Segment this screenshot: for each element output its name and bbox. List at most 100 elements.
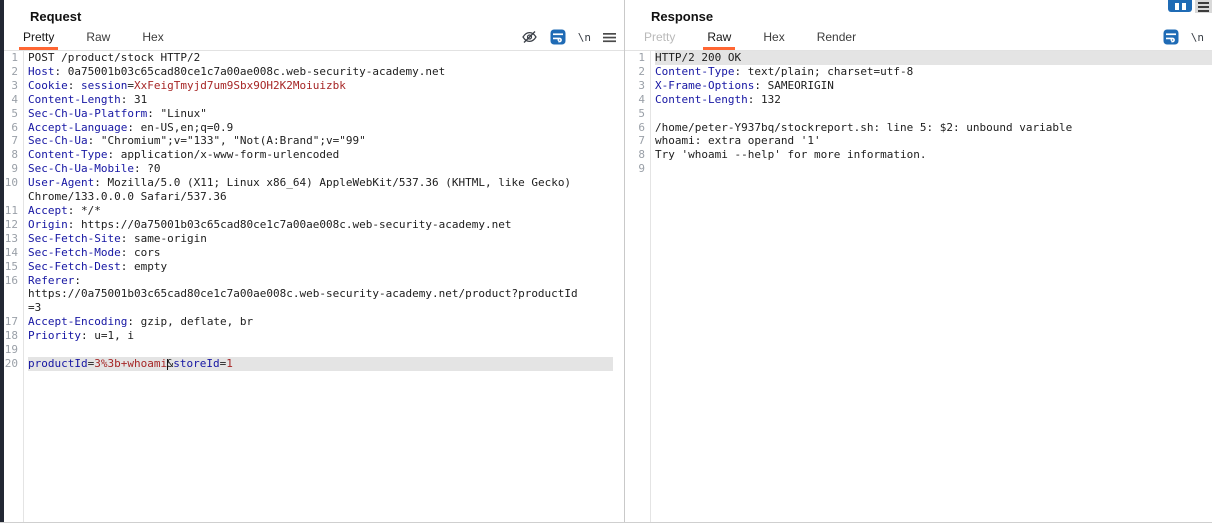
tab-hex[interactable]: Hex	[754, 24, 793, 50]
code-text[interactable]: Content-Length: 132	[655, 93, 1212, 107]
gutter-divider	[23, 51, 24, 522]
tab-hex[interactable]: Hex	[133, 24, 172, 50]
code-text[interactable]: Content-Length: 31	[28, 93, 613, 107]
token-text: POST /product/stock HTTP/2	[28, 51, 200, 64]
response-tabs: PrettyRawHexRender	[635, 24, 879, 50]
line-number: 7	[4, 134, 21, 148]
code-text[interactable]: https://0a75001b03c65cad80ce1c7a00ae008c…	[28, 287, 613, 301]
request-panel: Request PrettyRawHex	[4, 0, 624, 523]
token-name: session	[81, 79, 127, 92]
top-right-controls	[1168, 0, 1212, 13]
code-text[interactable]: productId=3%3b+whoami&storeId=1	[28, 357, 613, 371]
token-name: Sec-Fetch-Mode	[28, 246, 121, 259]
code-text[interactable]	[655, 107, 1212, 121]
code-text[interactable]: =3	[28, 301, 613, 315]
token-text: =3	[28, 301, 41, 314]
newline-icon[interactable]: \n	[578, 31, 591, 44]
token-name: Sec-Ch-Ua-Platform	[28, 107, 147, 120]
token-name: Content-Length	[655, 93, 748, 106]
gutter-divider	[650, 51, 651, 522]
menu-bar	[1198, 6, 1209, 8]
code-text[interactable]	[28, 343, 613, 357]
code-text[interactable]: Host: 0a75001b03c65cad80ce1c7a00ae008c.w…	[28, 65, 613, 79]
token-name: X-Frame-Options	[655, 79, 754, 92]
token-name: productId	[28, 357, 88, 370]
hidden-eye-icon[interactable]	[521, 30, 538, 44]
word-wrap-icon[interactable]	[1163, 29, 1179, 45]
code-text[interactable]	[655, 162, 1212, 176]
word-wrap-icon[interactable]	[550, 29, 566, 45]
code-text[interactable]: Accept-Encoding: gzip, deflate, br	[28, 315, 613, 329]
line-number: 3	[4, 79, 21, 93]
request-tabs: Pretty Raw Hex	[14, 24, 187, 50]
token-value: XxFeigTmyjd7um9Sbx9OH2K2Moiuizbk	[134, 79, 346, 92]
tab-pretty[interactable]: Pretty	[14, 24, 63, 50]
tab-render[interactable]: Render	[808, 24, 865, 50]
code-text[interactable]: Try 'whoami --help' for more information…	[655, 148, 1212, 162]
code-text[interactable]: Referer:	[28, 274, 613, 288]
code-text[interactable]: Sec-Fetch-Dest: empty	[28, 260, 613, 274]
line-number: 7	[625, 134, 648, 148]
token-text: /home/peter-Y937bq/stockreport.sh: line …	[655, 121, 1072, 134]
code-text[interactable]: Content-Type: application/x-www-form-url…	[28, 148, 613, 162]
code-text[interactable]: POST /product/stock HTTP/2	[28, 51, 613, 65]
code-text[interactable]: Priority: u=1, i	[28, 329, 613, 343]
menu-icon[interactable]	[603, 32, 616, 43]
token-text: : 31	[121, 93, 148, 106]
code-text[interactable]: X-Frame-Options: SAMEORIGIN	[655, 79, 1212, 93]
request-editor[interactable]: 1POST /product/stock HTTP/22Host: 0a7500…	[4, 51, 624, 522]
code-text[interactable]: Cookie: session=XxFeigTmyjd7um9Sbx9OH2K2…	[28, 79, 613, 93]
code-text[interactable]: /home/peter-Y937bq/stockreport.sh: line …	[655, 121, 1212, 135]
code-line: 3 Cookie: session=XxFeigTmyjd7um9Sbx9OH2K…	[4, 79, 624, 93]
code-text[interactable]: Sec-Fetch-Site: same-origin	[28, 232, 613, 246]
token-text: : SAMEORIGIN	[754, 79, 833, 92]
code-line: 1POST /product/stock HTTP/2	[4, 51, 624, 65]
token-name: Content-Type	[655, 65, 734, 78]
code-line: 14 Sec-Fetch-Mode: cors	[4, 246, 624, 260]
line-number	[4, 301, 21, 315]
line-number: 4	[625, 93, 648, 107]
tab-raw[interactable]: Raw	[77, 24, 119, 50]
code-text[interactable]: Content-Type: text/plain; charset=utf-8	[655, 65, 1212, 79]
token-name: Host	[28, 65, 55, 78]
request-toolbar-icons: \n	[521, 29, 624, 45]
token-name: Origin	[28, 218, 68, 231]
code-text[interactable]: Sec-Ch-Ua-Mobile: ?0	[28, 162, 613, 176]
code-line: 8Try 'whoami --help' for more informatio…	[625, 148, 1212, 162]
menu-bar	[1198, 2, 1209, 4]
code-text[interactable]: Sec-Ch-Ua: "Chromium";v="133", "Not(A:Br…	[28, 134, 613, 148]
code-text[interactable]: Sec-Fetch-Mode: cors	[28, 246, 613, 260]
code-line: 11Accept: */*	[4, 204, 624, 218]
token-name: storeId	[173, 357, 219, 370]
token-name: Content-Type	[28, 148, 107, 161]
code-text[interactable]: HTTP/2 200 OK	[655, 51, 1212, 65]
code-line: 3X-Frame-Options: SAMEORIGIN	[625, 79, 1212, 93]
token-name: Sec-Ch-Ua-Mobile	[28, 162, 134, 175]
code-text[interactable]: Accept-Language: en-US,en;q=0.9	[28, 121, 613, 135]
code-text[interactable]: whoami: extra operand '1'	[655, 134, 1212, 148]
tab-raw[interactable]: Raw	[698, 24, 740, 50]
code-text[interactable]: Chrome/133.0.0.0 Safari/537.36	[28, 190, 613, 204]
response-toolbar-icons: \n	[1163, 29, 1212, 45]
code-line: 12Origin: https://0a75001b03c65cad80ce1c…	[4, 218, 624, 232]
code-line: 20productId=3%3b+whoami&storeId=1	[4, 357, 624, 371]
request-header: Request PrettyRawHex	[4, 0, 624, 51]
inspector-icon[interactable]	[1168, 0, 1192, 12]
code-line: 1HTTP/2 200 OK	[625, 51, 1212, 65]
line-number: 14	[4, 246, 21, 260]
menu-icon[interactable]	[1195, 0, 1212, 13]
code-line: 2Content-Type: text/plain; charset=utf-8	[625, 65, 1212, 79]
code-text[interactable]: User-Agent: Mozilla/5.0 (X11; Linux x86_…	[28, 176, 613, 190]
code-text[interactable]: Accept: */*	[28, 204, 613, 218]
token-name: Sec-Ch-Ua	[28, 134, 88, 147]
line-number: 13	[4, 232, 21, 246]
code-text[interactable]: Sec-Ch-Ua-Platform: "Linux"	[28, 107, 613, 121]
response-editor[interactable]: 1HTTP/2 200 OK2Content-Type: text/plain;…	[625, 51, 1212, 522]
token-name: Accept	[28, 204, 68, 217]
line-number: 6	[4, 121, 21, 135]
code-text[interactable]: Origin: https://0a75001b03c65cad80ce1c7a…	[28, 218, 613, 232]
newline-icon[interactable]: \n	[1191, 31, 1204, 44]
token-text: : Mozilla/5.0 (X11; Linux x86_64) AppleW…	[94, 176, 571, 189]
code-line: 2Host: 0a75001b03c65cad80ce1c7a00ae008c.…	[4, 65, 624, 79]
line-number: 6	[625, 121, 648, 135]
